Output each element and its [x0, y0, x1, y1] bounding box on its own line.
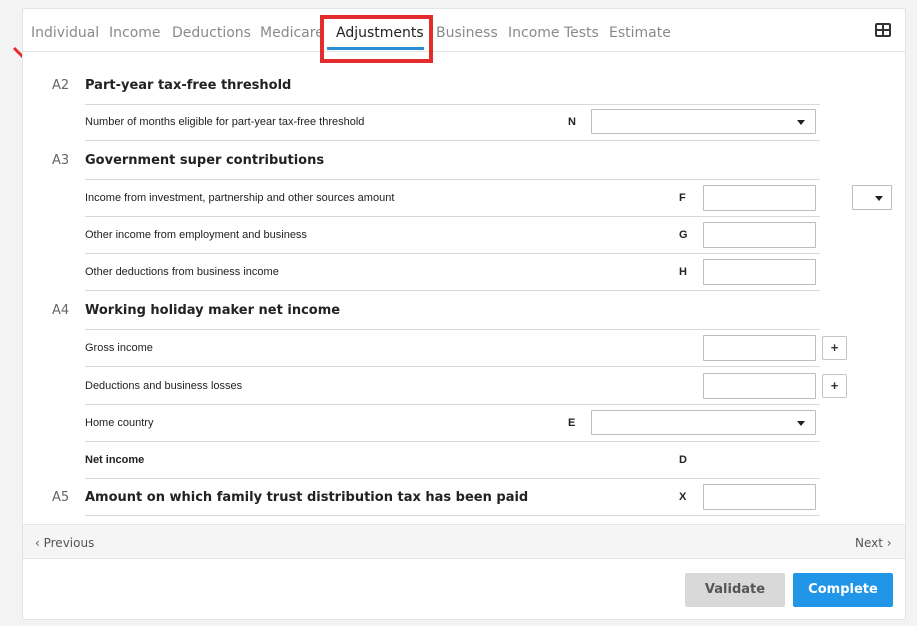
complete-button[interactable]: Complete [793, 573, 893, 607]
chevron-down-icon [875, 196, 883, 201]
field-letter-x: X [679, 491, 687, 503]
step-navigation-bar: ‹ Previous Next › [23, 524, 905, 559]
validate-button[interactable]: Validate [685, 573, 785, 607]
field-letter-e: E [568, 417, 576, 429]
row-label-home-country: Home country [85, 417, 154, 429]
row-label-deductions-losses: Deductions and business losses [85, 380, 243, 392]
tab-highlight-box [320, 15, 433, 63]
investment-income-input[interactable] [703, 185, 816, 211]
family-trust-tax-input[interactable] [703, 484, 816, 510]
tab-income-tests[interactable]: Income Tests [508, 25, 599, 41]
divider [85, 104, 820, 105]
row-label-net-income: Net income [85, 454, 145, 466]
grid-view-icon[interactable] [875, 23, 891, 37]
next-link[interactable]: Next › [855, 536, 892, 550]
tab-individual[interactable]: Individual [31, 25, 99, 41]
field-letter-d: D [679, 454, 687, 466]
field-letter-h: H [679, 266, 687, 278]
home-country-select[interactable] [591, 410, 816, 435]
row-label-gross-income: Gross income [85, 342, 153, 354]
divider [85, 329, 820, 330]
investment-income-type-select[interactable] [852, 185, 892, 210]
field-letter-f: F [679, 192, 686, 204]
gross-income-input[interactable] [703, 335, 816, 361]
section-code-a3: A3 [52, 153, 70, 168]
chevron-down-icon [797, 421, 805, 426]
divider [85, 290, 820, 291]
divider [85, 216, 820, 217]
field-letter-g: G [679, 229, 688, 241]
row-label-months-eligible: Number of months eligible for part-year … [85, 116, 365, 128]
adjustments-panel: Individual Income Deductions Medicare Ad… [22, 8, 906, 620]
section-code-a4: A4 [52, 303, 70, 318]
employment-income-input[interactable] [703, 222, 816, 248]
gross-income-add-button[interactable]: + [822, 336, 847, 360]
tab-medicare[interactable]: Medicare [260, 25, 324, 41]
divider [85, 366, 820, 367]
section-title-a3: Government super contributions [85, 153, 325, 168]
tab-deductions[interactable]: Deductions [172, 25, 251, 41]
previous-link[interactable]: ‹ Previous [35, 536, 94, 550]
months-eligible-select[interactable] [591, 109, 816, 134]
divider [85, 441, 820, 442]
chevron-down-icon [797, 120, 805, 125]
section-title-a4: Working holiday maker net income [85, 303, 341, 318]
deductions-losses-add-button[interactable]: + [822, 374, 847, 398]
divider [85, 179, 820, 180]
row-label-investment-income: Income from investment, partnership and … [85, 192, 395, 204]
divider [85, 140, 820, 141]
divider [85, 253, 820, 254]
business-deductions-input[interactable] [703, 259, 816, 285]
row-label-business-deductions: Other deductions from business income [85, 266, 279, 278]
section-code-a2: A2 [52, 78, 70, 93]
tab-bar: Individual Income Deductions Medicare Ad… [23, 9, 905, 52]
deductions-losses-input[interactable] [703, 373, 816, 399]
section-title-a2: Part-year tax-free threshold [85, 78, 292, 93]
tab-estimate[interactable]: Estimate [609, 25, 671, 41]
section-code-a5: A5 [52, 490, 70, 505]
tab-business[interactable]: Business [436, 25, 498, 41]
divider [85, 404, 820, 405]
row-label-employment-income: Other income from employment and busines… [85, 229, 307, 241]
section-title-a5: Amount on which family trust distributio… [85, 490, 529, 505]
divider [85, 515, 820, 516]
field-letter-n: N [568, 116, 576, 128]
divider [85, 478, 820, 479]
tab-income[interactable]: Income [109, 25, 161, 41]
